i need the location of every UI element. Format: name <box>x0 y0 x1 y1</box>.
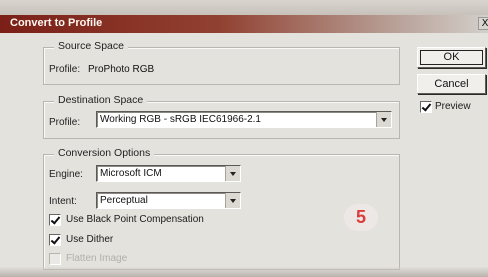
cancel-button[interactable]: Cancel <box>417 74 486 94</box>
intent-selected: Perceptual <box>100 195 148 206</box>
source-space-legend: Source Space <box>54 40 128 52</box>
dialog-titlebar[interactable]: Convert to Profile X <box>0 15 488 33</box>
black-point-compensation-label[interactable]: Use Black Point Compensation <box>66 214 204 225</box>
intent-select[interactable]: Perceptual <box>96 192 241 209</box>
flatten-image-checkbox <box>49 253 61 265</box>
engine-select[interactable]: Microsoft ICM <box>96 165 241 182</box>
intent-label: Intent: <box>49 196 77 207</box>
destination-space-group: Destination Space Profile: Working RGB -… <box>43 94 400 139</box>
close-icon: X <box>481 18 488 29</box>
intent-dropdown-button[interactable] <box>225 193 240 208</box>
destination-profile-dropdown-button[interactable] <box>376 112 391 127</box>
source-space-group: Source Space Profile: ProPhoto RGB <box>43 40 400 85</box>
engine-selected: Microsoft ICM <box>100 168 162 179</box>
chevron-down-icon <box>230 172 236 176</box>
engine-dropdown-button[interactable] <box>225 166 240 181</box>
convert-to-profile-dialog: Convert to Profile X Source Space Profil… <box>0 0 488 277</box>
chevron-down-icon <box>230 199 236 203</box>
source-profile-value: ProPhoto RGB <box>88 64 155 75</box>
dither-label[interactable]: Use Dither <box>66 234 113 245</box>
chevron-down-icon <box>381 118 387 122</box>
preview-checkbox[interactable] <box>420 101 432 113</box>
dialog-title: Convert to Profile <box>10 17 103 29</box>
destination-profile-label: Profile: <box>49 117 81 128</box>
destination-profile-selected: Working RGB - sRGB IEC61966-2.1 <box>100 114 261 125</box>
window-top-edge <box>0 0 488 16</box>
bottom-edge-shadow <box>0 267 488 277</box>
destination-space-legend: Destination Space <box>54 94 148 106</box>
step-number-badge: 5 <box>344 204 378 231</box>
ok-button[interactable]: OK <box>417 47 486 68</box>
destination-profile-select[interactable]: Working RGB - sRGB IEC61966-2.1 <box>96 111 392 128</box>
close-button[interactable]: X <box>478 17 488 30</box>
black-point-compensation-checkbox[interactable] <box>49 214 61 226</box>
preview-label[interactable]: Preview <box>435 101 471 112</box>
source-profile-label: Profile: <box>49 64 81 75</box>
conversion-options-legend: Conversion Options <box>54 147 155 159</box>
flatten-image-label: Flatten Image <box>66 253 128 264</box>
engine-label: Engine: <box>49 169 83 180</box>
dither-checkbox[interactable] <box>49 234 61 246</box>
